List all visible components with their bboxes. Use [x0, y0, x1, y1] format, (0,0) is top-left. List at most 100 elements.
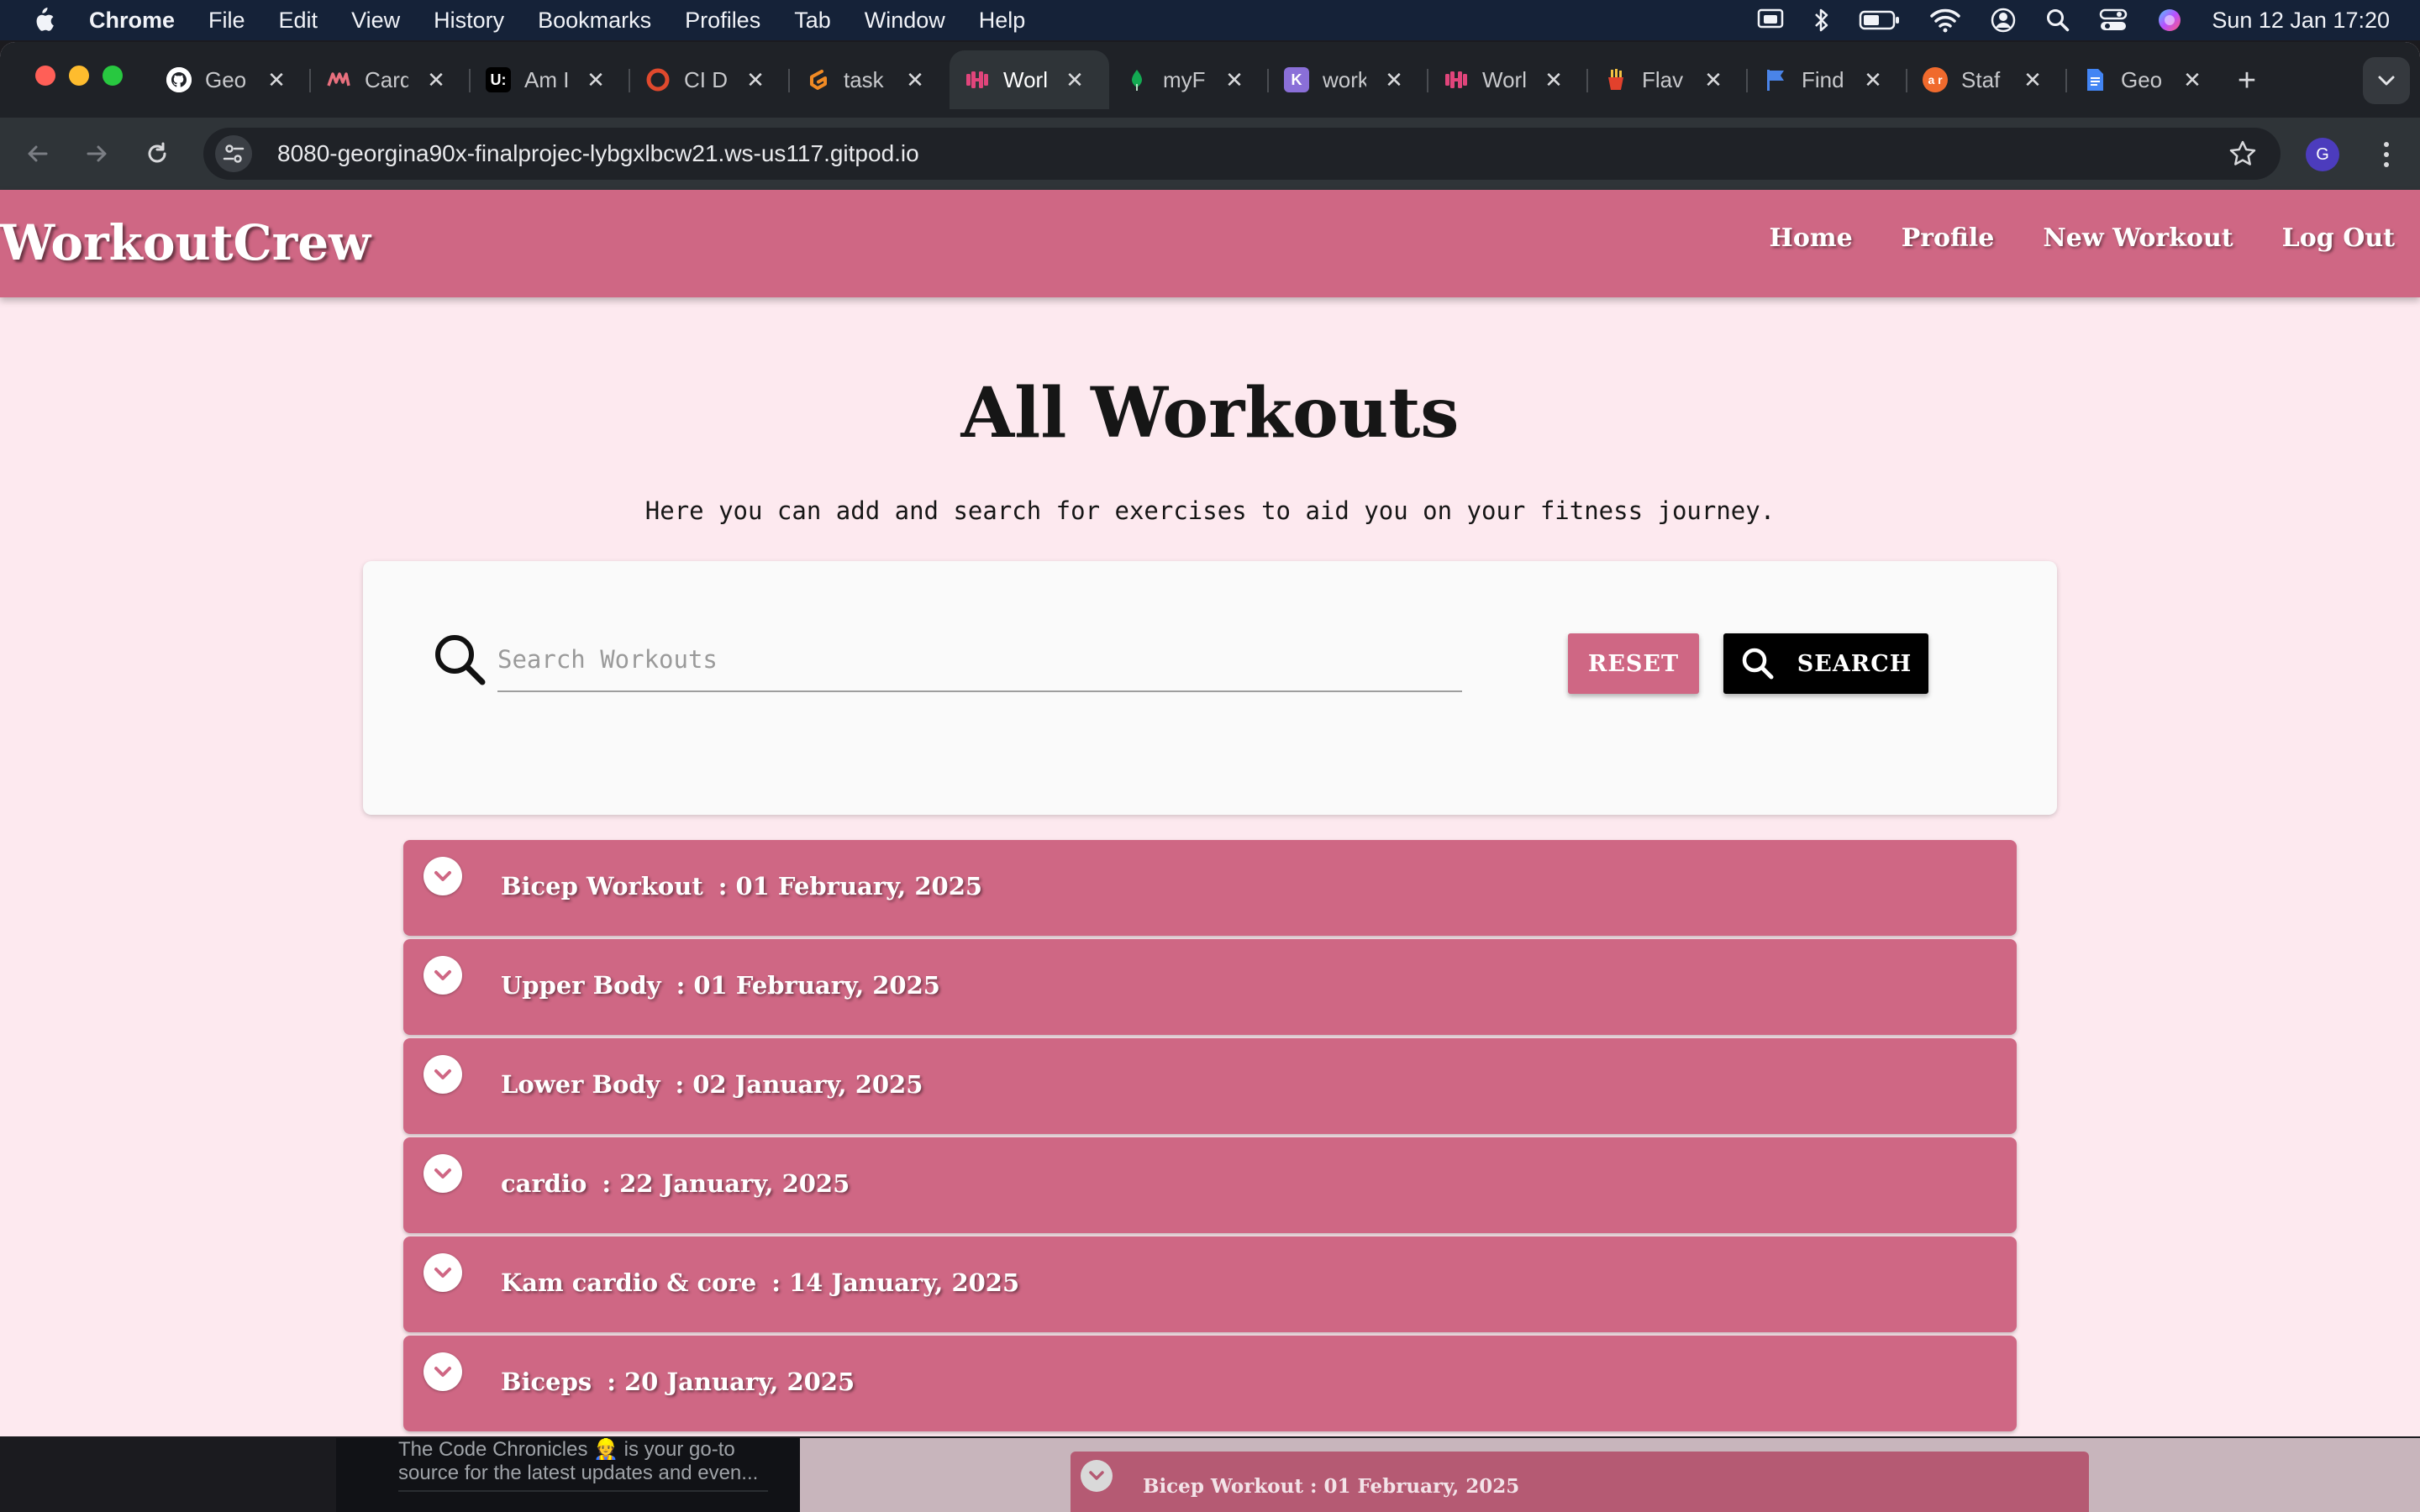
workout-separator: : [771, 1268, 781, 1297]
site-brand-logo[interactable]: WorkoutCrew [0, 205, 371, 281]
wifi-icon[interactable] [1929, 8, 1961, 33]
chevron-down-icon[interactable] [424, 1352, 462, 1391]
menu-help[interactable]: Help [979, 8, 1026, 34]
tab-close-icon[interactable]: ✕ [2020, 67, 2045, 92]
menu-edit[interactable]: Edit [279, 8, 318, 34]
user-account-icon[interactable] [1990, 7, 2017, 34]
chevron-down-icon[interactable] [424, 1253, 462, 1292]
workout-item[interactable]: cardio:22 January, 2025 [403, 1137, 2017, 1233]
menu-profiles[interactable]: Profiles [685, 8, 760, 34]
site-info-tune-icon[interactable] [215, 135, 252, 172]
tab-title: Am I [524, 66, 568, 92]
tab-close-icon[interactable]: ✕ [583, 67, 608, 92]
tab-close-icon[interactable]: ✕ [1701, 67, 1726, 92]
address-url[interactable]: 8080-georgina90x-finalprojec-lybgxlbcw21… [277, 140, 919, 167]
screen-mirroring-icon[interactable] [1756, 8, 1785, 33]
browser-tab[interactable]: Kwork ✕ [1269, 50, 1428, 109]
chevron-down-icon[interactable] [424, 1154, 462, 1193]
workout-header: Bicep Workout:01 February, 2025 [501, 872, 982, 900]
chrome-menu-icon[interactable] [2370, 136, 2403, 173]
menu-history[interactable]: History [434, 8, 504, 34]
new-tab-plus-icon[interactable]: + [2228, 62, 2265, 99]
workout-item[interactable]: Lower Body:02 January, 2025 [403, 1038, 2017, 1134]
chevron-down-icon[interactable] [424, 857, 462, 895]
search-input[interactable] [497, 625, 1462, 692]
nav-logout-link[interactable]: Log Out [2282, 223, 2395, 253]
background-window-text: The Code Chronicles 👷 is your go-to sour… [398, 1438, 759, 1484]
menu-view[interactable]: View [351, 8, 400, 34]
close-window-button[interactable] [35, 66, 55, 86]
back-arrow-icon[interactable] [18, 134, 57, 173]
browser-tab[interactable]: task ✕ [790, 50, 950, 109]
bluetooth-icon[interactable] [1813, 7, 1830, 34]
search-button[interactable]: SEARCH [1723, 633, 1928, 694]
tab-close-icon[interactable]: ✕ [1062, 67, 1087, 92]
tab-close-icon[interactable]: ✕ [264, 67, 289, 92]
tab-close-icon[interactable]: ✕ [1541, 67, 1566, 92]
tab-close-icon[interactable]: ✕ [1381, 67, 1407, 92]
maximize-window-button[interactable] [103, 66, 123, 86]
browser-window: Geo ✕ Card ✕ U: Am I ✕ CI D ✕ task ✕ Worl ✕ myF ✕ Kwork… [0, 42, 2420, 1436]
tab-close-icon[interactable]: ✕ [743, 67, 768, 92]
control-center-icon[interactable] [2099, 8, 2128, 33]
workout-item[interactable]: Upper Body:01 February, 2025 [403, 939, 2017, 1035]
workout-item[interactable]: Kam cardio & core:14 January, 2025 [403, 1236, 2017, 1332]
workout-header: Upper Body:01 February, 2025 [501, 971, 940, 1000]
tab-search-chevron-icon[interactable] [2363, 57, 2410, 104]
reset-button[interactable]: RESET [1568, 633, 1699, 694]
browser-tab[interactable]: Flav ✕ [1588, 50, 1748, 109]
browser-tab[interactable]: myF ✕ [1109, 50, 1269, 109]
tab-title: Card [365, 66, 408, 92]
tab-close-icon[interactable]: ✕ [1222, 67, 1247, 92]
profile-avatar[interactable]: G [2306, 138, 2339, 171]
menubar-clock[interactable]: Sun 12 Jan 17:20 [2212, 8, 2390, 34]
menu-window[interactable]: Window [865, 8, 945, 34]
workout-list: Bicep Workout:01 February, 2025 Upper Bod… [403, 840, 2017, 1435]
ci-icon [645, 67, 671, 92]
browser-tab[interactable]: a r Staf ✕ [1907, 50, 2067, 109]
browser-tab[interactable]: Geo ✕ [151, 50, 311, 109]
apple-logo-icon[interactable] [30, 6, 59, 34]
nav-new-workout-link[interactable]: New Workout [2043, 223, 2233, 253]
address-bar[interactable]: 8080-georgina90x-finalprojec-lybgxlbcw21… [203, 128, 2281, 180]
workout-name: cardio [501, 1169, 587, 1198]
workout-item[interactable]: Bicep Workout:01 February, 2025 [403, 840, 2017, 936]
menu-tab[interactable]: Tab [794, 8, 831, 34]
nav-home-link[interactable]: Home [1770, 223, 1853, 253]
background-window-right: Bicep Workout : 01 February, 2025 [800, 1438, 2420, 1512]
workout-separator: : [676, 971, 686, 1000]
tab-close-icon[interactable]: ✕ [1860, 67, 1886, 92]
minimize-window-button[interactable] [69, 66, 89, 86]
forward-arrow-icon[interactable] [77, 134, 116, 173]
reload-icon[interactable] [138, 134, 176, 173]
browser-tab[interactable]: Card ✕ [311, 50, 471, 109]
bookmark-star-icon[interactable] [2228, 139, 2257, 172]
chevron-down-icon[interactable] [424, 956, 462, 995]
browser-tab[interactable]: Geo ✕ [2067, 50, 2227, 109]
browser-tab[interactable]: Find ✕ [1748, 50, 1907, 109]
page-title: All Workouts [960, 373, 1460, 454]
chevron-down-icon[interactable] [424, 1055, 462, 1094]
browser-tab[interactable]: U: Am I ✕ [471, 50, 630, 109]
workout-item[interactable]: Biceps:20 January, 2025 [403, 1336, 2017, 1431]
spotlight-search-icon[interactable] [2045, 8, 2070, 33]
menu-app-name[interactable]: Chrome [89, 8, 175, 34]
siri-icon[interactable] [2156, 7, 2183, 34]
workout-name: Lower Body [501, 1070, 660, 1099]
tab-title: CI D [684, 66, 728, 92]
heroku-icon: K [1284, 67, 1309, 92]
workout-name: Kam cardio & core [501, 1268, 757, 1297]
tab-close-icon[interactable]: ✕ [424, 67, 449, 92]
tab-title: work [1323, 66, 1366, 92]
tab-close-icon[interactable]: ✕ [2180, 67, 2205, 92]
tab-title: Geo [2121, 66, 2163, 92]
menu-bookmarks[interactable]: Bookmarks [538, 8, 651, 34]
nav-profile-link[interactable]: Profile [1902, 223, 1995, 253]
browser-tab[interactable]: Worl ✕ [950, 50, 1109, 109]
browser-tab[interactable]: Worl ✕ [1428, 50, 1588, 109]
battery-icon[interactable] [1859, 9, 1901, 31]
menu-file[interactable]: File [208, 8, 245, 34]
background-window-left: The Code Chronicles 👷 is your go-to sour… [336, 1438, 800, 1512]
browser-tab[interactable]: CI D ✕ [630, 50, 790, 109]
tab-close-icon[interactable]: ✕ [902, 67, 928, 92]
